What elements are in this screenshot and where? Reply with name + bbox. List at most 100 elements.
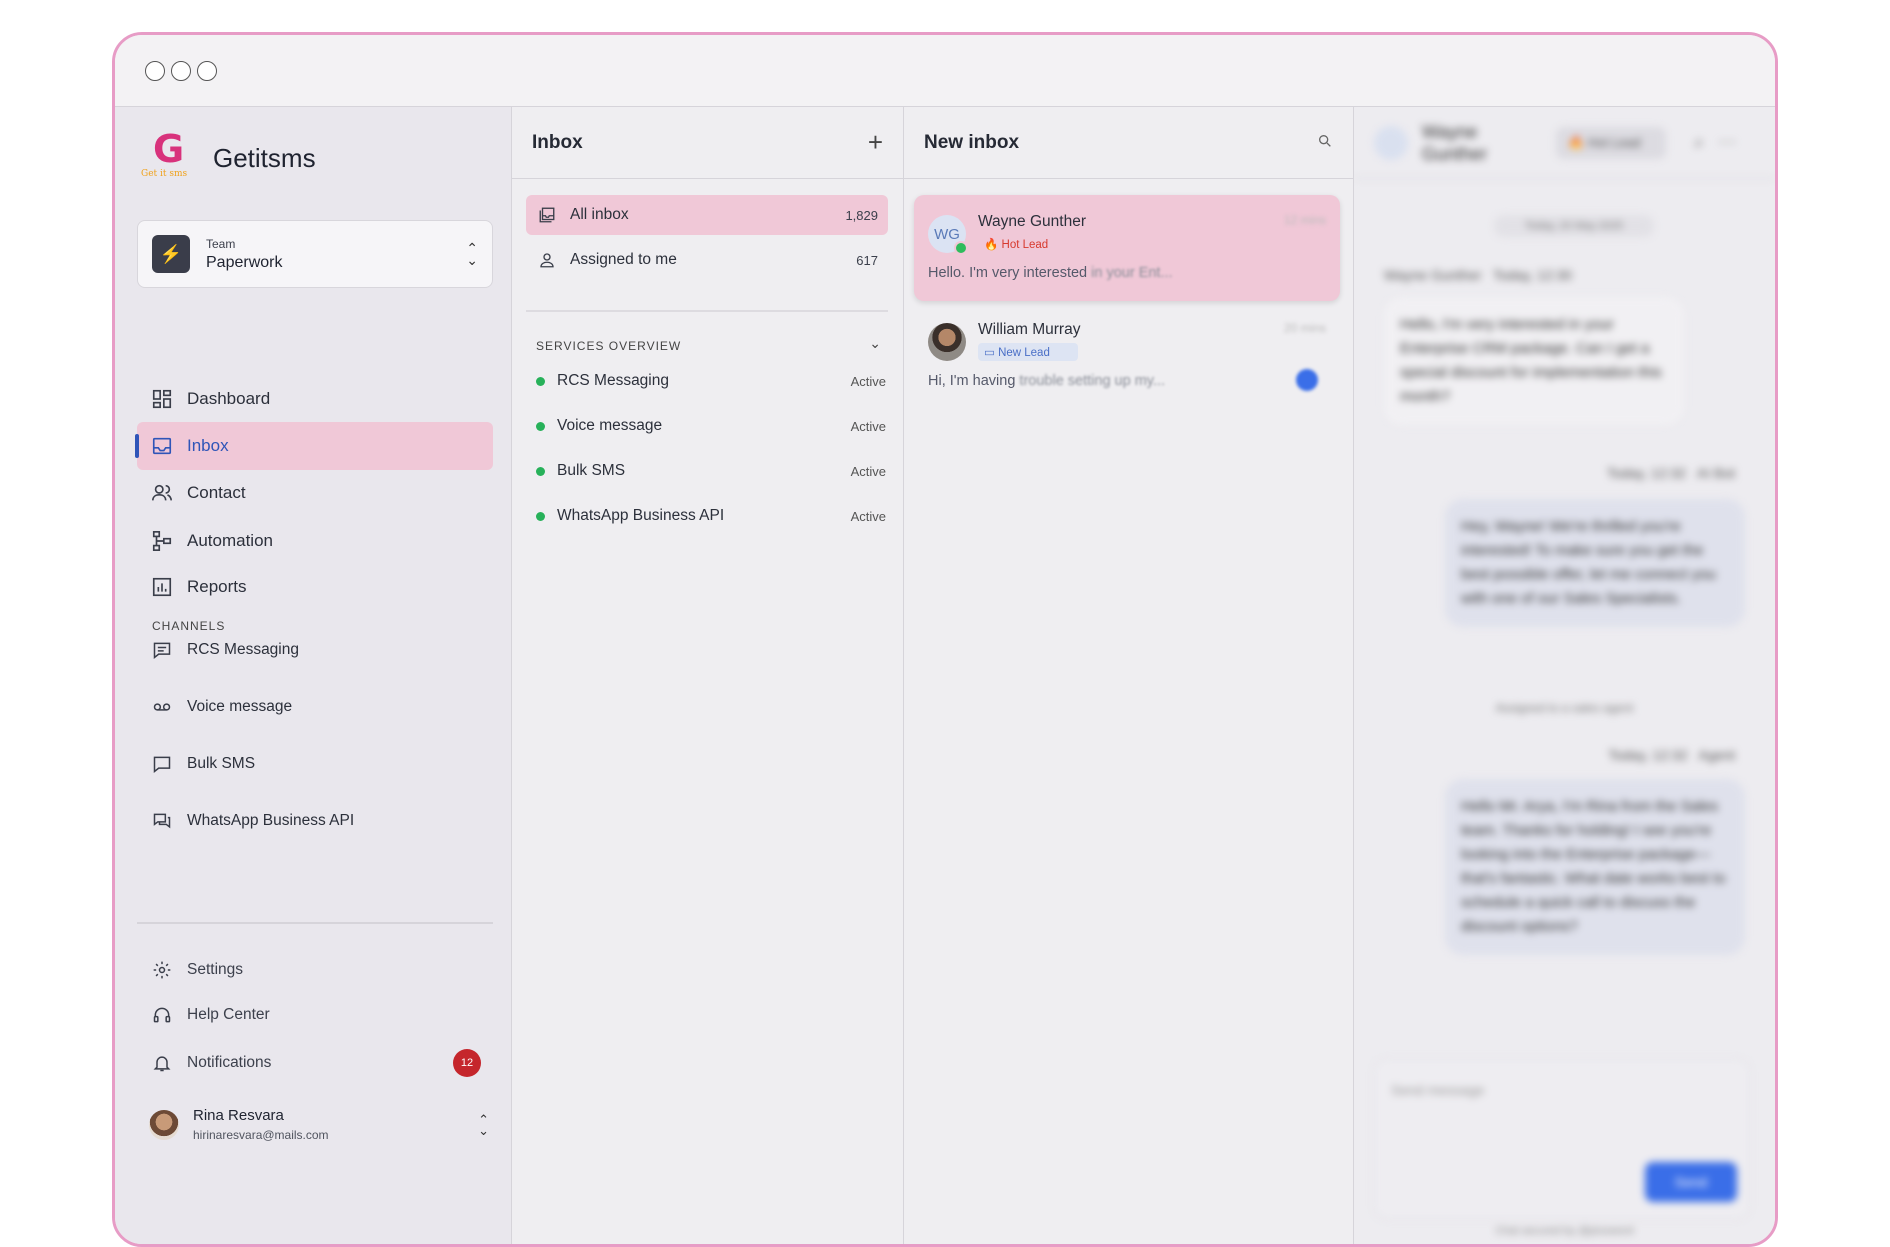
lead-status-dropdown[interactable]: 🔥 Hot Lead [1556,126,1666,159]
user-icon [536,249,558,271]
bell-icon [151,1052,173,1074]
channel-rcs-messaging[interactable]: RCS Messaging [137,630,493,670]
user-avatar [149,1109,179,1140]
brand[interactable]: G Get it sms Getitsms [141,127,316,181]
system-message: Assigned to a sales agent [1495,701,1634,715]
brand-name: Getitsms [213,142,316,173]
nav-label: Automation [187,531,273,550]
contact-name: William Murray [978,321,1081,338]
window-titlebar [115,35,1775,107]
chat-panel: Wayne Gunther 🔥 Hot Lead ⌕ ⋯ Today, 20 M… [1354,107,1775,1244]
contact-avatar: WG [928,215,968,255]
search-icon[interactable] [1317,133,1333,153]
team-switcher[interactable]: ⚡ Team Paperwork ⌃ ⌄ [137,220,493,288]
conversation-item[interactable]: WG Wayne Gunther 12 mins 🔥 Hot Lead Hell… [914,195,1340,301]
voicemail-icon [151,696,173,718]
more-icon[interactable]: ⋯ [1718,132,1736,153]
unread-indicator [1296,369,1318,391]
settings-label: Settings [187,961,244,978]
service-status: Active [850,373,886,389]
message-meta: Today, 12:32 AI Bot [1606,465,1735,481]
filter-count: 617 [856,252,878,268]
inbox-divider [526,310,888,312]
chat-contact-name: Wayne Gunther [1422,121,1488,164]
search-icon[interactable]: ⌕ [1694,132,1704,153]
gear-icon [151,959,173,981]
status-dot [536,511,545,521]
sidebar: G Get it sms Getitsms ⚡ Team Paperwork ⌃… [115,107,512,1244]
message-composer[interactable]: Send message Send [1374,1059,1750,1219]
conversation-time: 20 mins [1283,321,1326,335]
nav-contact[interactable]: Contact [137,469,493,517]
inbox-panel: Inbox + All inbox 1,829 Assigned to me 6… [512,107,904,1244]
conversation-list-header: New inbox [904,107,1353,179]
nav-reports[interactable]: Reports [137,563,493,611]
service-whatsapp-business[interactable]: WhatsApp Business API Active [536,498,886,534]
settings-link[interactable]: Settings [137,952,493,988]
filter-all-inbox[interactable]: All inbox 1,829 [526,195,888,235]
service-status: Active [850,463,886,479]
message-preview: Hello. I'm very interested in your Ent..… [928,265,1173,281]
channel-label: RCS Messaging [187,641,299,658]
service-status: Active [850,418,886,434]
channel-whatsapp-business[interactable]: WhatsApp Business API [137,801,493,841]
user-profile[interactable]: Rina Resvara hirinaresvara@mails.com ⌃ ⌄ [149,1107,489,1142]
contact-avatar [928,323,966,361]
service-name: RCS Messaging [557,372,669,389]
services-overview-heading: SERVICES OVERVIEW [536,339,682,353]
team-label: Team [206,236,236,251]
chat-blurred-content: Wayne Gunther 🔥 Hot Lead ⌕ ⋯ Today, 20 M… [1354,107,1775,1237]
nav-label: Reports [187,577,247,596]
window-maximize-button[interactable] [197,60,217,81]
service-rcs-messaging[interactable]: RCS Messaging Active [536,363,886,399]
help-center-link[interactable]: Help Center [137,997,493,1033]
dashboard-icon [151,388,173,410]
message-meta: Wayne Gunther Today, 12:30 [1384,267,1573,283]
nav-automation[interactable]: Automation [137,517,493,565]
help-label: Help Center [187,1006,270,1023]
status-dot [536,421,545,431]
service-bulk-sms[interactable]: Bulk SMS Active [536,453,886,489]
service-name: WhatsApp Business API [557,507,725,524]
add-inbox-button[interactable]: + [868,127,883,158]
reports-icon [151,576,173,598]
status-dot [536,376,545,386]
chevron-down-icon[interactable]: ⌄ [869,335,881,352]
conversation-list-panel: New inbox WG Wayne Gunther 12 mins 🔥 Hot… [904,107,1354,1244]
bot-message: Hey, Wayne! We're thrilled you're intere… [1445,499,1745,627]
conversation-item[interactable]: William Murray 20 mins ▭ New Lead Hi, I'… [914,303,1340,403]
channel-voice-message[interactable]: Voice message [137,687,493,727]
nav-label: Inbox [187,436,229,455]
message-meta: Today, 12:32 Agent [1608,747,1735,763]
filter-assigned-to-me[interactable]: Assigned to me 617 [526,240,888,280]
status-dot [536,466,545,476]
filter-count: 1,829 [845,207,878,223]
headset-icon [151,1004,173,1026]
notifications-link[interactable]: Notifications 12 [137,1045,493,1081]
window-minimize-button[interactable] [171,60,191,81]
message-preview: Hi, I'm having trouble setting up my... [928,373,1166,389]
sidebar-divider [137,922,493,924]
channel-bulk-sms[interactable]: Bulk SMS [137,744,493,784]
sms-icon [151,753,173,775]
inbox-icon [151,435,173,457]
nav-dashboard[interactable]: Dashboard [137,375,493,423]
send-button[interactable]: Send [1645,1162,1737,1202]
user-email: hirinaresvara@mails.com [193,1128,329,1142]
chevron-up-down-icon: ⌃ ⌄ [478,1111,489,1138]
window-close-button[interactable] [145,60,165,81]
inbox-stack-icon [536,204,558,226]
service-voice-message[interactable]: Voice message Active [536,408,886,444]
nav-inbox[interactable]: Inbox [135,422,493,470]
filter-label: All inbox [570,206,629,223]
nav-label: Contact [187,483,246,502]
contact-icon [151,482,173,504]
inbox-panel-header: Inbox + [512,107,903,179]
agent-message: Hello Mr. Arya, I'm Rina from the Sales … [1445,779,1745,955]
service-name: Bulk SMS [557,462,626,479]
contact-avatar [1374,125,1408,160]
notifications-label: Notifications [187,1054,272,1071]
incoming-message: Hello, I'm very interested in your Enter… [1384,297,1684,425]
automation-icon [151,530,173,552]
hot-lead-tag: 🔥 Hot Lead [984,239,1049,251]
